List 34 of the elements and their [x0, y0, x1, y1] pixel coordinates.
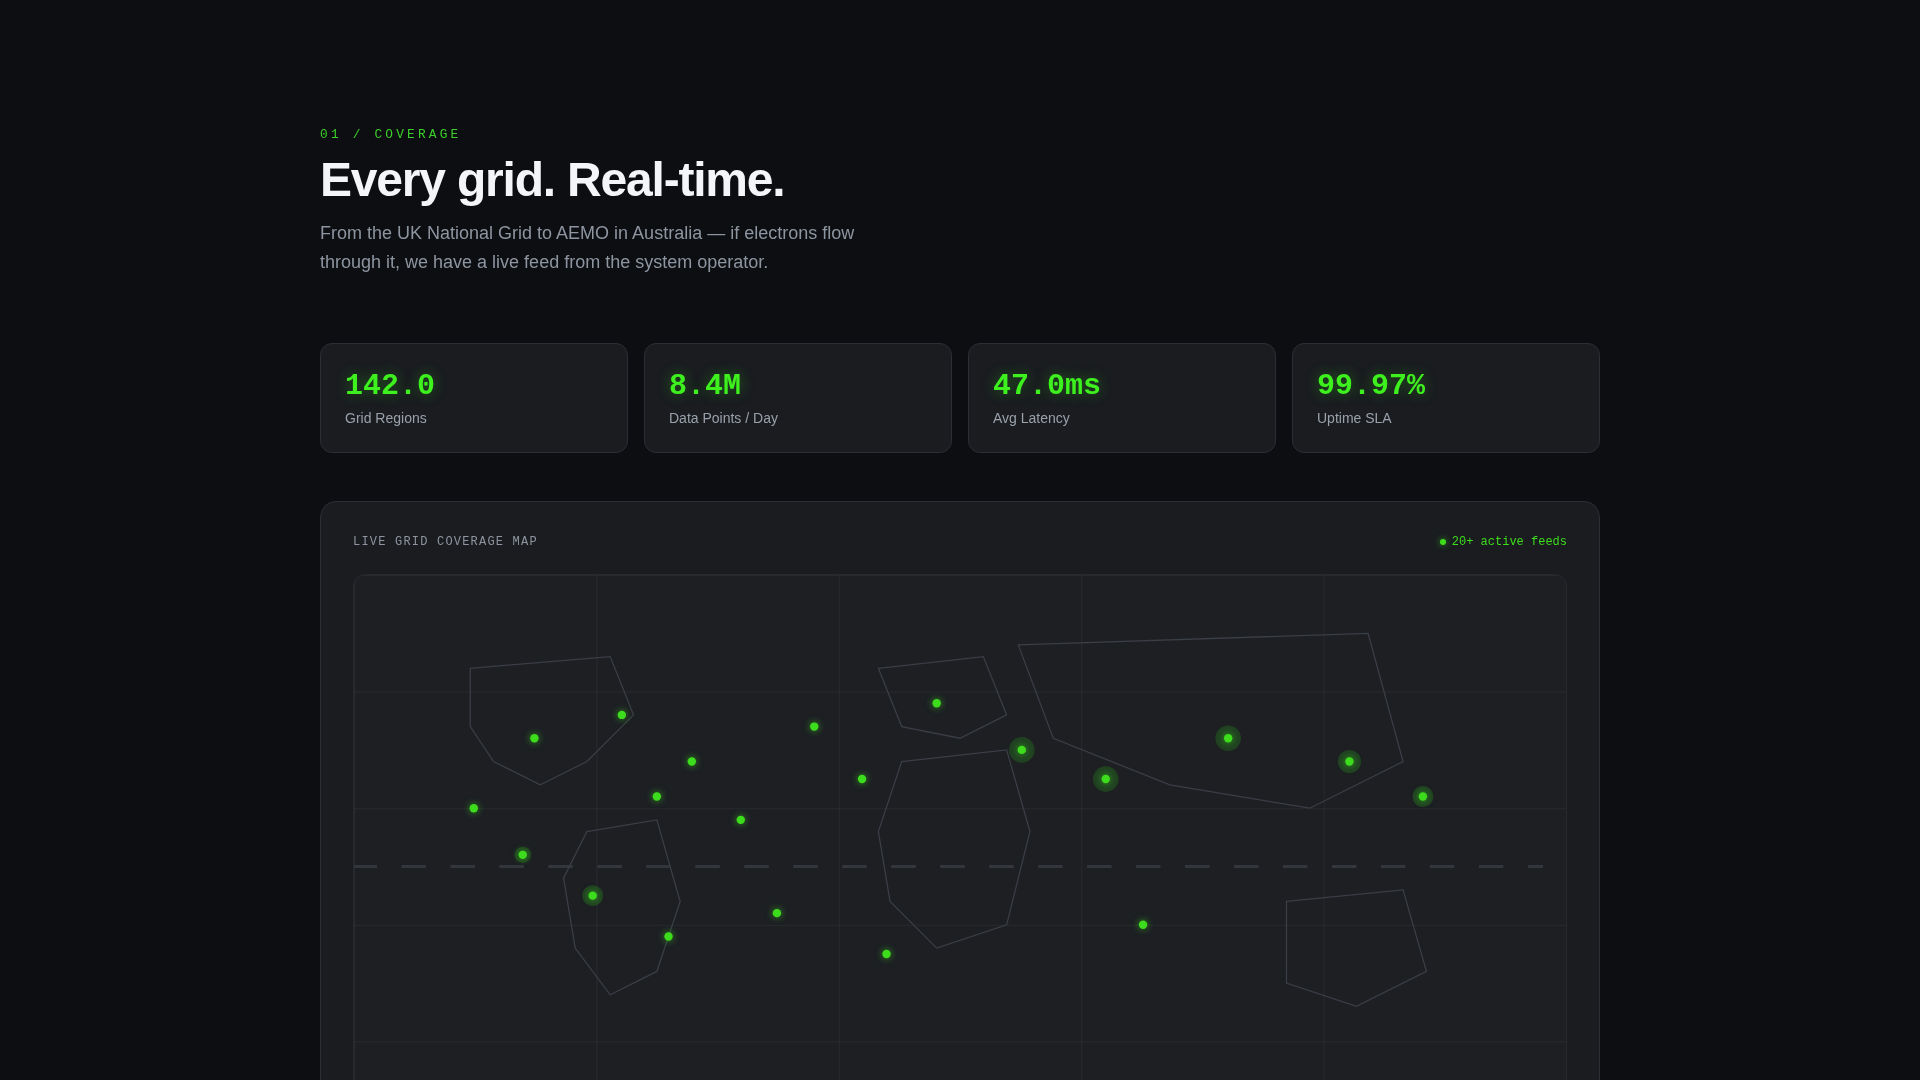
map-dot-icon	[736, 815, 745, 824]
map-status: 20+ active feeds	[1451, 533, 1567, 550]
map-dot-icon	[582, 884, 604, 906]
map-dot-icon	[1008, 736, 1035, 763]
map-dot-icon	[932, 698, 941, 708]
status-dot-icon	[1439, 538, 1446, 545]
map-dot-icon	[617, 710, 627, 719]
map-title: LIVE GRID COVERAGE MAP	[353, 533, 538, 550]
map-dot-icon	[530, 733, 539, 743]
stat-label: Uptime SLA	[1317, 408, 1392, 428]
map-dot-icon	[857, 774, 867, 784]
section-description: From the UK National Grid to AEMO in Australia — if electrons flow through it, we have a live feed from the system operator.	[320, 221, 856, 274]
stat-label: Data Points / Day	[669, 408, 778, 428]
map-dot-icon	[687, 757, 696, 766]
stat-value: 99.97%	[1317, 367, 1426, 404]
map-dot-icon	[664, 932, 673, 941]
map-dot-icon	[1092, 766, 1119, 792]
map-dot-icon	[1138, 920, 1148, 929]
map-dot-icon	[1215, 725, 1241, 751]
map-dot-icon	[652, 792, 662, 801]
map-dot-icon	[772, 908, 782, 918]
map-dot-icon	[810, 722, 819, 731]
stat-value: 8.4M	[669, 367, 741, 404]
stat-label: Avg Latency	[993, 408, 1070, 428]
map-dot-icon	[1412, 785, 1434, 807]
map-dot-icon	[469, 803, 478, 813]
map-dot-icon	[1337, 749, 1362, 773]
section-title: Every grid. Real-time.	[320, 154, 785, 207]
section-eyebrow: 01 / COVERAGE	[320, 127, 462, 143]
stat-label: Grid Regions	[345, 408, 427, 428]
stat-value: 47.0ms	[993, 367, 1102, 404]
map-dot-icon	[882, 949, 891, 958]
stat-value: 142.0	[345, 367, 435, 404]
map-dot-icon	[514, 846, 531, 863]
